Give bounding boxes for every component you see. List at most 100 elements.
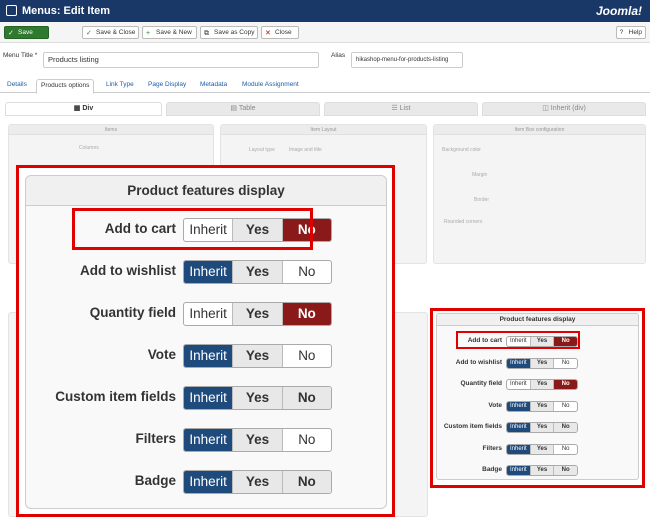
check-icon: ✓ <box>86 30 92 37</box>
option-inherit-button[interactable]: Inherit <box>184 261 233 283</box>
option-no-button[interactable]: No <box>281 429 331 451</box>
tab-products-options[interactable]: Products options <box>36 79 95 94</box>
option-no-button[interactable]: No <box>281 345 331 367</box>
option-toggle-group: Inherit Yes No <box>183 386 332 410</box>
small-option-toggle-group: Inherit Yes No <box>506 443 578 455</box>
rounded-label: Rounded corners <box>444 219 483 225</box>
small-option-no-button[interactable]: No <box>553 380 577 389</box>
feature-label: Filters <box>135 431 176 446</box>
list-icon: ☰ <box>391 105 400 112</box>
option-inherit-button[interactable]: Inherit <box>184 303 232 325</box>
tab-metadata[interactable]: Metadata <box>196 79 231 91</box>
option-yes-button[interactable]: Yes <box>232 303 282 325</box>
option-inherit-button[interactable]: Inherit <box>184 471 233 493</box>
subtab-div[interactable]: ▦ Div <box>5 102 162 116</box>
inherit-icon: ◫ <box>542 105 551 112</box>
plus-icon: + <box>146 30 151 37</box>
title-bar: Menus: Edit Item Joomla! <box>0 0 650 22</box>
option-no-button[interactable]: No <box>281 303 331 325</box>
option-toggle-group: Inherit Yes No <box>183 260 332 284</box>
option-yes-button[interactable]: Yes <box>232 387 282 409</box>
option-yes-button[interactable]: Yes <box>232 429 282 451</box>
layout-type-value[interactable]: Image and title <box>289 147 322 153</box>
highlight-add-to-cart-large <box>72 208 313 250</box>
option-toggle-group: Inherit Yes No <box>183 344 332 368</box>
save-close-button[interactable]: ✓ Save & Close <box>82 26 139 39</box>
tab-page-display[interactable]: Page Display <box>144 79 190 91</box>
small-option-no-button[interactable]: No <box>553 401 577 411</box>
product-features-title: Product features display <box>26 176 386 206</box>
small-option-inherit-button[interactable]: Inherit <box>507 401 530 411</box>
save-new-button[interactable]: + Save & New <box>142 26 197 39</box>
check-icon: ✓ <box>8 30 14 37</box>
close-icon: ✕ <box>265 30 271 37</box>
small-option-no-button[interactable]: No <box>553 444 577 454</box>
layout-type-label: Layout type <box>249 147 275 153</box>
small-option-yes-button[interactable]: Yes <box>529 401 554 411</box>
option-no-button[interactable]: No <box>281 387 331 409</box>
option-no-button[interactable]: No <box>281 471 331 493</box>
small-option-inherit-button[interactable]: Inherit <box>507 444 530 454</box>
feature-label: Custom item fields <box>55 389 176 404</box>
option-inherit-button[interactable]: Inherit <box>184 345 233 367</box>
question-icon: ? <box>619 29 624 36</box>
subtab-table[interactable]: ▤ Table <box>166 102 320 116</box>
option-toggle-group: Inherit Yes No <box>183 302 332 326</box>
item-box-panel: Item Box configuration Background color … <box>433 124 646 264</box>
small-option-no-button[interactable]: No <box>553 423 577 432</box>
highlight-add-to-cart-small <box>456 331 580 349</box>
small-option-yes-button[interactable]: Yes <box>529 380 554 389</box>
small-feature-label: Badge <box>482 466 502 473</box>
small-feature-label: Add to wishlist <box>455 358 502 366</box>
small-option-toggle-group: Inherit Yes No <box>506 379 578 390</box>
small-option-toggle-group: Inherit Yes No <box>506 357 578 369</box>
option-toggle-group: Inherit Yes No <box>183 428 332 452</box>
small-option-yes-button[interactable]: Yes <box>529 444 554 454</box>
small-option-no-button[interactable]: No <box>553 466 577 475</box>
tab-module-assignment[interactable]: Module Assignment <box>238 79 303 91</box>
copy-icon: ⧉ <box>204 30 209 37</box>
option-yes-button[interactable]: Yes <box>232 261 282 283</box>
alias-field[interactable]: hikashop-menu-for-products-listing <box>351 52 463 68</box>
option-inherit-button[interactable]: Inherit <box>184 429 233 451</box>
tab-details[interactable]: Details <box>3 79 31 91</box>
save-copy-button[interactable]: ⧉ Save as Copy <box>200 26 258 39</box>
product-features-title-small: Product features display <box>437 314 638 326</box>
bg-color-label: Background color <box>442 147 481 153</box>
subtab-list[interactable]: ☰ List <box>324 102 478 116</box>
small-option-yes-button[interactable]: Yes <box>529 466 554 475</box>
tab-link-type[interactable]: Link Type <box>102 79 138 91</box>
item-layout-title: Item Layout <box>221 125 426 135</box>
feature-label: Vote <box>147 347 176 362</box>
option-yes-button[interactable]: Yes <box>232 345 282 367</box>
menu-title-field[interactable]: Products listing <box>43 52 319 68</box>
small-option-yes-button[interactable]: Yes <box>529 423 554 432</box>
small-option-no-button[interactable]: No <box>553 358 577 368</box>
option-no-button[interactable]: No <box>281 261 331 283</box>
small-feature-label: Filters <box>482 444 502 452</box>
feature-label: Quantity field <box>89 305 176 320</box>
alias-label: Alias <box>331 52 346 59</box>
small-option-inherit-button[interactable]: Inherit <box>507 380 530 389</box>
item-box-title: Item Box configuration <box>434 125 645 135</box>
option-inherit-button[interactable]: Inherit <box>184 387 233 409</box>
menu-title-label: Menu Title * <box>3 52 38 59</box>
subtab-inherit[interactable]: ◫ Inherit (div) <box>482 102 646 116</box>
small-option-inherit-button[interactable]: Inherit <box>507 466 530 475</box>
small-option-inherit-button[interactable]: Inherit <box>507 358 530 368</box>
help-button[interactable]: ? Help <box>615 26 646 39</box>
small-option-toggle-group: Inherit Yes No <box>506 465 578 476</box>
columns-label: Columns <box>79 145 99 151</box>
small-option-toggle-group: Inherit Yes No <box>506 422 578 433</box>
option-toggle-group: Inherit Yes No <box>183 470 332 494</box>
small-option-yes-button[interactable]: Yes <box>529 358 554 368</box>
small-feature-label: Vote <box>488 401 502 409</box>
close-button[interactable]: ✕ Close <box>261 26 299 39</box>
save-button[interactable]: ✓ Save <box>4 26 49 39</box>
margin-label: Margin <box>472 172 488 178</box>
small-option-inherit-button[interactable]: Inherit <box>507 423 530 432</box>
menu-icon <box>6 5 17 16</box>
table-icon: ▤ <box>230 105 239 112</box>
small-feature-label: Quantity field <box>460 380 502 387</box>
option-yes-button[interactable]: Yes <box>232 471 282 493</box>
